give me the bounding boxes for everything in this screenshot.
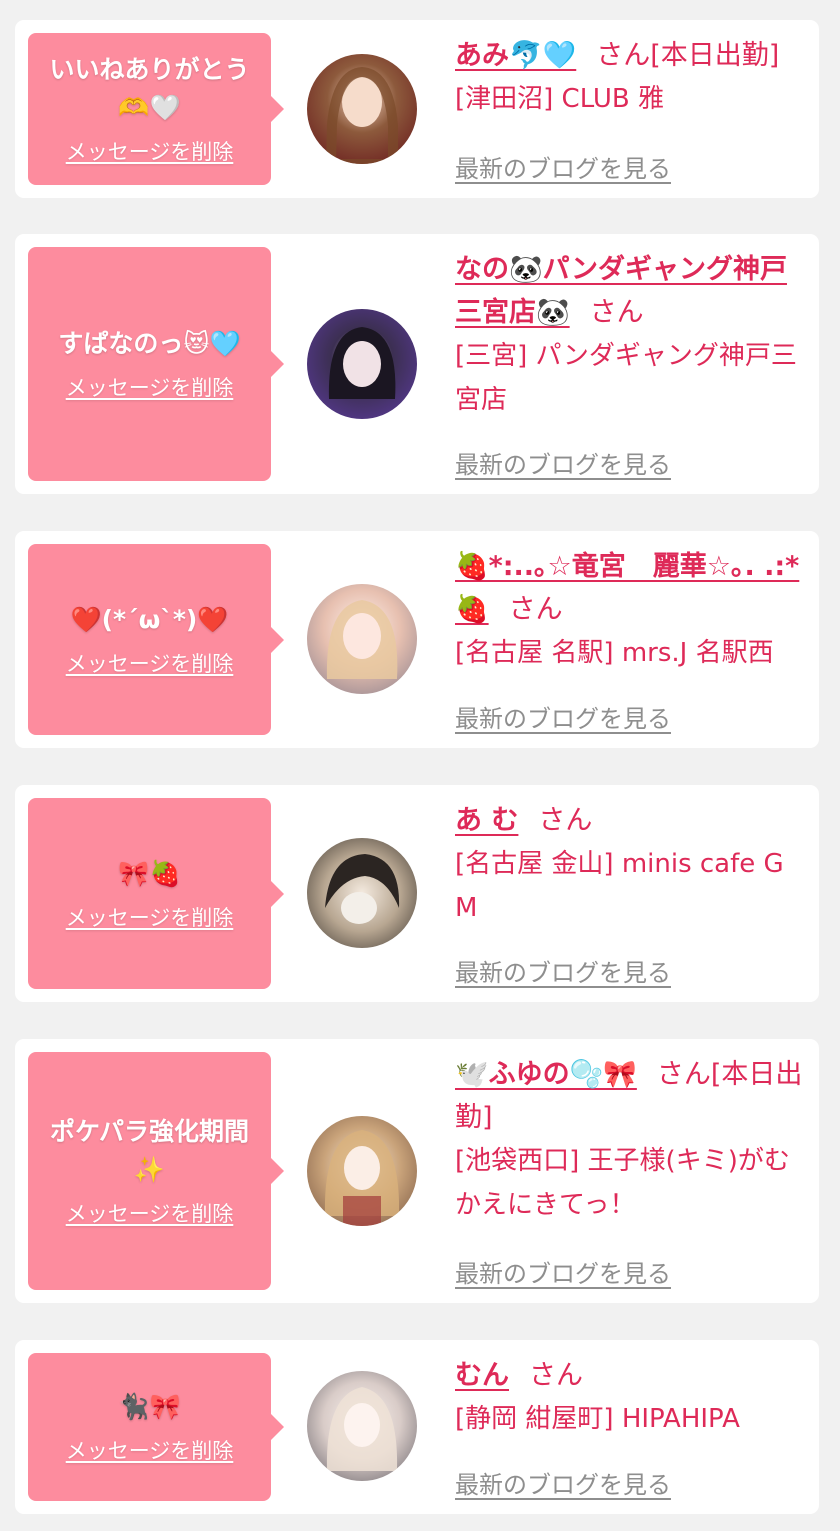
cast-info: むん さん [静岡 紺屋町] HIPAHIPA 最新のブログを見る bbox=[455, 1354, 805, 1502]
honorific: さん bbox=[508, 594, 563, 625]
message-bubble: 🐈‍⬛🎀 メッセージを削除 bbox=[28, 1353, 284, 1501]
delete-message-link[interactable]: メッセージを削除 bbox=[66, 1199, 234, 1229]
cast-name-link[interactable]: 🕊️ふゆの🫧🎀 bbox=[455, 1059, 637, 1090]
cast-info: あみ🐬🩵 さん[本日出勤] [津田沼] CLUB 雅 最新のブログを見る bbox=[455, 34, 805, 186]
avatar-photo-icon bbox=[307, 54, 417, 164]
message-text: 🐈‍⬛🎀 bbox=[118, 1392, 181, 1421]
latest-blog-link[interactable]: 最新のブログを見る bbox=[455, 448, 671, 482]
honorific: さん bbox=[589, 297, 644, 328]
latest-blog-link[interactable]: 最新のブログを見る bbox=[455, 1257, 671, 1291]
message-bubble: いいねありがとう🫶🤍 メッセージを削除 bbox=[28, 33, 284, 185]
cast-info: あ むさん [名古屋 金山] minis cafe GM 最新のブログを見る bbox=[455, 799, 805, 990]
shop-name: [静岡 紺屋町] HIPAHIPA bbox=[455, 1404, 740, 1434]
cast-name-link[interactable]: あみ🐬🩵 bbox=[455, 40, 576, 71]
cast-name-line: あみ🐬🩵 さん[本日出勤] bbox=[455, 34, 805, 77]
status-text: [本日出勤] bbox=[650, 40, 780, 71]
avatar-photo-icon bbox=[307, 1116, 417, 1226]
honorific: さん bbox=[596, 40, 651, 71]
list-item: 🐈‍⬛🎀 メッセージを削除 むん さん [静岡 紺屋町] HIPAHIPA 最新の… bbox=[15, 1340, 819, 1514]
delete-message-link[interactable]: メッセージを削除 bbox=[66, 903, 234, 933]
avatar[interactable] bbox=[307, 54, 417, 164]
avatar[interactable] bbox=[307, 1116, 417, 1226]
shop-name: [三宮] パンダギャング神戸三宮店 bbox=[455, 341, 797, 415]
cast-name-link[interactable]: あ む bbox=[455, 805, 518, 836]
avatar-photo-icon bbox=[307, 838, 417, 948]
cast-name-link[interactable]: 🍓*:..｡☆竜宮 麗華☆｡. .:*🍓 bbox=[455, 551, 799, 625]
avatar-photo-icon bbox=[307, 309, 417, 419]
cast-name-line: あ むさん bbox=[455, 799, 805, 842]
message-text: ポケパラ強化期間✨ bbox=[49, 1117, 249, 1184]
message-text: ❤️(*´ω`*)❤️ bbox=[70, 604, 229, 634]
latest-blog-link[interactable]: 最新のブログを見る bbox=[455, 956, 671, 990]
message-text: 🎀🍓 bbox=[118, 858, 181, 888]
shop-name: [名古屋 金山] minis cafe GM bbox=[455, 849, 784, 923]
cast-info: 🕊️ふゆの🫧🎀 さん[本日出勤] [池袋西口] 王子様(キミ)がむかえにきてっ！ … bbox=[455, 1053, 805, 1291]
shop-name: [池袋西口] 王子様(キミ)がむかえにきてっ！ bbox=[455, 1146, 790, 1220]
list-item: ❤️(*´ω`*)❤️ メッセージを削除 🍓*:..｡☆竜宮 麗華☆｡. .:*… bbox=[15, 531, 819, 748]
delete-message-link[interactable]: メッセージを削除 bbox=[66, 649, 234, 679]
avatar-photo-icon bbox=[307, 1371, 417, 1481]
delete-message-link[interactable]: メッセージを削除 bbox=[66, 137, 234, 167]
message-text: いいねありがとう🫶🤍 bbox=[49, 55, 250, 122]
latest-blog-link[interactable]: 最新のブログを見る bbox=[455, 702, 671, 736]
shop-name: [津田沼] CLUB 雅 bbox=[455, 84, 665, 114]
cast-name-line: なの🐼パンダギャング神戸三宮店🐼 さん bbox=[455, 248, 805, 334]
honorific: さん bbox=[538, 805, 593, 836]
cast-info: なの🐼パンダギャング神戸三宮店🐼 さん [三宮] パンダギャング神戸三宮店 最新の… bbox=[455, 248, 805, 482]
list-item: いいねありがとう🫶🤍 メッセージを削除 あみ🐬🩵 さん[本日出勤] [津田沼] C… bbox=[15, 20, 819, 198]
honorific: さん bbox=[529, 1360, 583, 1391]
message-bubble: ❤️(*´ω`*)❤️ メッセージを削除 bbox=[28, 544, 284, 735]
avatar[interactable] bbox=[307, 838, 417, 948]
cast-name-line: 🕊️ふゆの🫧🎀 さん[本日出勤] bbox=[455, 1053, 805, 1139]
delete-message-link[interactable]: メッセージを削除 bbox=[66, 1436, 234, 1466]
cast-info: 🍓*:..｡☆竜宮 麗華☆｡. .:*🍓 さん [名古屋 名駅] mrs.J 名駅… bbox=[455, 545, 805, 736]
cast-name-link[interactable]: むん bbox=[455, 1360, 509, 1391]
list-item: ポケパラ強化期間✨ メッセージを削除 🕊️ふゆの🫧🎀 さん[本日出勤] [池袋西口… bbox=[15, 1039, 819, 1303]
shop-name: [名古屋 名駅] mrs.J 名駅西 bbox=[455, 638, 774, 668]
favorite-cast-list: いいねありがとう🫶🤍 メッセージを削除 あみ🐬🩵 さん[本日出勤] [津田沼] C… bbox=[0, 0, 840, 1531]
avatar[interactable] bbox=[307, 309, 417, 419]
honorific: さん bbox=[656, 1059, 711, 1090]
message-bubble: すぱなのっ😻🩵 メッセージを削除 bbox=[28, 247, 284, 481]
list-item: すぱなのっ😻🩵 メッセージを削除 なの🐼パンダギャング神戸三宮店🐼 さん [三宮]… bbox=[15, 234, 819, 494]
avatar-photo-icon bbox=[307, 584, 417, 694]
cast-name-line: むん さん bbox=[455, 1354, 805, 1397]
latest-blog-link[interactable]: 最新のブログを見る bbox=[455, 1468, 671, 1502]
message-bubble: ポケパラ強化期間✨ メッセージを削除 bbox=[28, 1052, 284, 1290]
message-text: すぱなのっ😻🩵 bbox=[58, 329, 241, 358]
avatar[interactable] bbox=[307, 1371, 417, 1481]
message-bubble: 🎀🍓 メッセージを削除 bbox=[28, 798, 284, 989]
delete-message-link[interactable]: メッセージを削除 bbox=[66, 373, 234, 403]
list-item: 🎀🍓 メッセージを削除 あ むさん [名古屋 金山] minis cafe GM… bbox=[15, 785, 819, 1002]
latest-blog-link[interactable]: 最新のブログを見る bbox=[455, 152, 671, 186]
cast-name-line: 🍓*:..｡☆竜宮 麗華☆｡. .:*🍓 さん bbox=[455, 545, 805, 631]
avatar[interactable] bbox=[307, 584, 417, 694]
